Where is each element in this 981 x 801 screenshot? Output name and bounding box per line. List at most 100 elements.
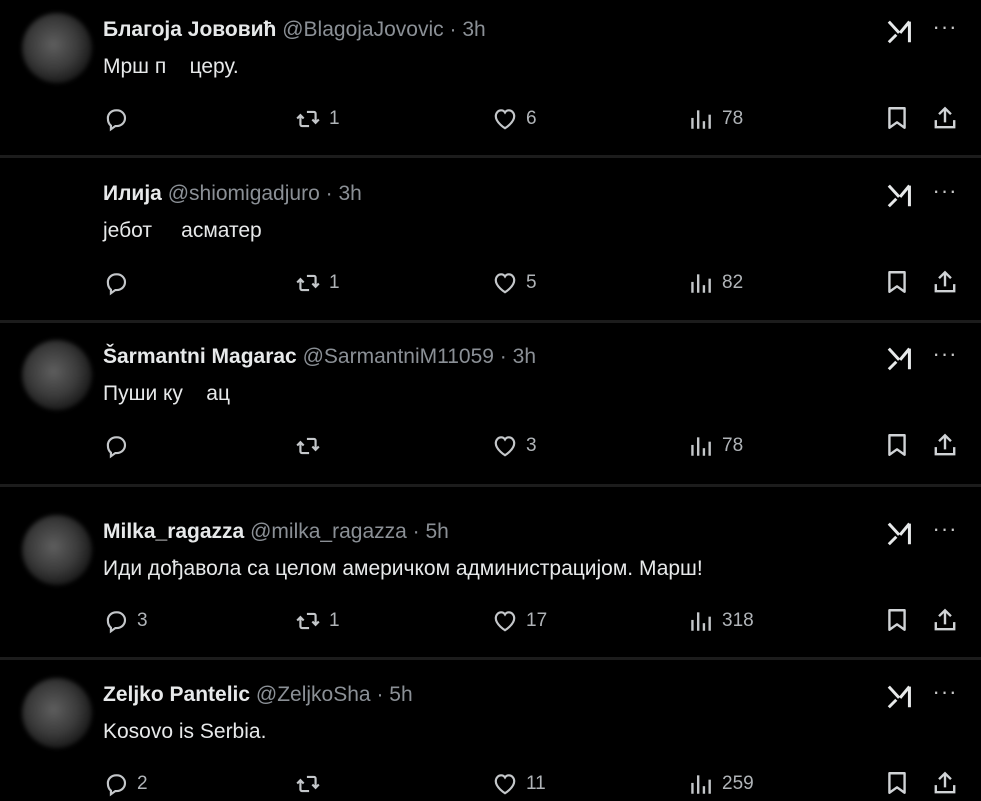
reply-button[interactable]: 2 <box>103 769 148 799</box>
repost-button[interactable]: 1 <box>295 268 340 298</box>
author-name[interactable]: Благоја Јововић <box>103 18 276 41</box>
like-count: 11 <box>526 773 546 794</box>
share-button[interactable] <box>932 269 958 300</box>
repost-icon <box>295 608 321 634</box>
bookmark-button[interactable] <box>884 607 910 638</box>
post[interactable]: Šarmantni Magarac @SarmantniM11059 · 3h П… <box>0 340 981 463</box>
author-name[interactable]: Илија <box>103 182 162 205</box>
like-button[interactable]: 3 <box>492 431 537 461</box>
author-handle[interactable]: @BlagojaJovovic <box>282 18 443 41</box>
bookmark-icon <box>884 432 910 458</box>
repost-count: 1 <box>329 610 340 631</box>
repost-button[interactable] <box>295 431 329 461</box>
bookmark-button[interactable] <box>884 770 910 801</box>
grok-icon <box>886 16 916 46</box>
reply-count: 2 <box>137 773 148 794</box>
views-button[interactable]: 78 <box>688 431 743 461</box>
post[interactable]: Илија @shiomigadjuro · 3h јебот асматер ··… <box>0 180 981 300</box>
post[interactable]: Zeljko Pantelic @ZeljkoSha · 5h Kosovo is… <box>0 678 981 801</box>
repost-count: 1 <box>329 272 340 293</box>
avatar[interactable] <box>22 13 92 83</box>
reply-icon <box>103 106 129 132</box>
like-button[interactable]: 5 <box>492 268 537 298</box>
more-options-button[interactable]: ··· <box>930 681 960 711</box>
share-icon <box>932 607 958 633</box>
author-name[interactable]: Šarmantni Magarac <box>103 345 297 368</box>
views-count: 78 <box>722 108 744 129</box>
grok-icon <box>886 518 916 548</box>
more-options-button[interactable]: ··· <box>930 343 960 373</box>
share-button[interactable] <box>932 607 958 638</box>
like-button[interactable]: 11 <box>492 769 546 799</box>
post-text: јебот асматер <box>103 219 262 242</box>
reply-icon <box>103 608 129 634</box>
share-button[interactable] <box>932 770 958 801</box>
author-handle[interactable]: @SarmantniM11059 <box>303 345 494 368</box>
avatar[interactable] <box>22 678 92 748</box>
avatar[interactable] <box>22 515 92 585</box>
reply-button[interactable] <box>103 268 137 298</box>
views-icon <box>688 771 714 797</box>
post-header: Илија @shiomigadjuro · 3h <box>103 180 362 208</box>
separator-dot: · <box>376 683 384 706</box>
bookmark-icon <box>884 770 910 796</box>
repost-button[interactable] <box>295 769 329 799</box>
author-handle[interactable]: @milka_ragazza <box>250 520 407 543</box>
reply-button[interactable] <box>103 104 137 134</box>
views-button[interactable]: 318 <box>688 606 754 636</box>
bookmark-icon <box>884 269 910 295</box>
grok-button[interactable] <box>886 518 918 548</box>
more-options-button[interactable]: ··· <box>930 518 960 548</box>
grok-button[interactable] <box>886 16 918 46</box>
bookmark-button[interactable] <box>884 269 910 300</box>
post[interactable]: Благоја Јововић @BlagojaJovovic · 3h Мрш … <box>0 13 981 136</box>
views-button[interactable]: 82 <box>688 268 743 298</box>
author-handle[interactable]: @ZeljkoSha <box>256 683 371 706</box>
repost-button[interactable]: 1 <box>295 606 340 636</box>
heart-icon <box>492 771 518 797</box>
share-button[interactable] <box>932 105 958 136</box>
views-icon <box>688 433 714 459</box>
separator-dot: · <box>449 18 457 41</box>
post-header: Благоја Јововић @BlagojaJovovic · 3h <box>103 16 486 44</box>
share-icon <box>932 105 958 131</box>
reply-button[interactable] <box>103 431 137 461</box>
author-handle[interactable]: @shiomigadjuro <box>168 182 320 205</box>
share-icon <box>932 269 958 295</box>
more-options-button[interactable]: ··· <box>930 180 960 210</box>
post-header: Zeljko Pantelic @ZeljkoSha · 5h <box>103 681 413 709</box>
share-icon <box>932 770 958 796</box>
post[interactable]: Milka_ragazza @milka_ragazza · 5h Иди дођ… <box>0 515 981 638</box>
author-name[interactable]: Zeljko Pantelic <box>103 683 250 706</box>
views-button[interactable]: 259 <box>688 769 754 799</box>
post-time[interactable]: 3h <box>462 18 485 41</box>
post-time[interactable]: 5h <box>426 520 449 543</box>
grok-button[interactable] <box>886 681 918 711</box>
post-time[interactable]: 5h <box>389 683 412 706</box>
grok-icon <box>886 180 916 210</box>
like-button[interactable]: 6 <box>492 104 537 134</box>
separator-dot: · <box>325 182 333 205</box>
views-count: 318 <box>722 610 754 631</box>
grok-button[interactable] <box>886 180 918 210</box>
author-name[interactable]: Milka_ragazza <box>103 520 244 543</box>
share-icon <box>932 432 958 458</box>
reply-button[interactable]: 3 <box>103 606 148 636</box>
repost-button[interactable]: 1 <box>295 104 340 134</box>
post-separator <box>0 484 981 487</box>
post-separator <box>0 155 981 158</box>
reply-icon <box>103 433 129 459</box>
grok-button[interactable] <box>886 343 918 373</box>
more-options-button[interactable]: ··· <box>930 16 960 46</box>
views-button[interactable]: 78 <box>688 104 743 134</box>
post-time[interactable]: 3h <box>338 182 361 205</box>
post-text: Kosovo is Serbia. <box>103 720 267 743</box>
bookmark-button[interactable] <box>884 105 910 136</box>
bookmark-button[interactable] <box>884 432 910 463</box>
views-icon <box>688 270 714 296</box>
avatar[interactable] <box>22 340 92 410</box>
share-button[interactable] <box>932 432 958 463</box>
post-time[interactable]: 3h <box>513 345 536 368</box>
like-count: 6 <box>526 108 537 129</box>
like-button[interactable]: 17 <box>492 606 547 636</box>
